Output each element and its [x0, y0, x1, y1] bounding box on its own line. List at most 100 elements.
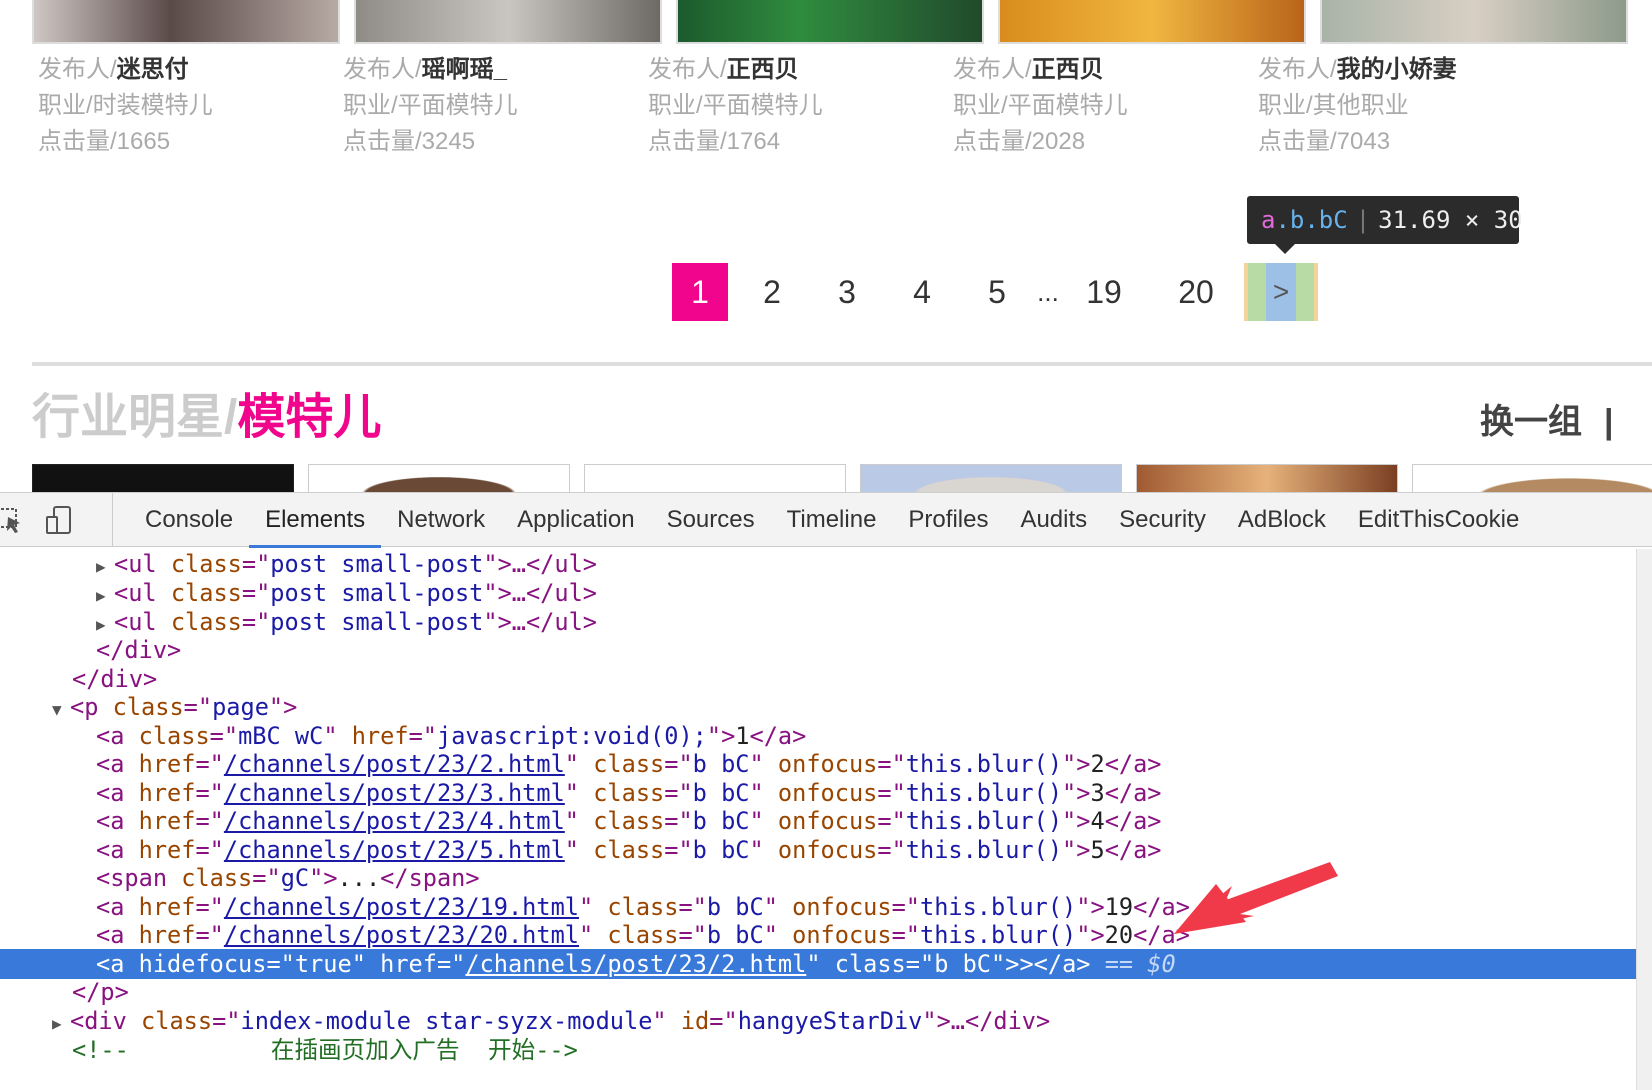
tab-editthiscookie[interactable]: EditThisCookie [1342, 493, 1535, 547]
attr-value: gC [280, 864, 310, 892]
tab-application[interactable]: Application [501, 493, 650, 547]
href-link[interactable]: /channels/post/23/4.html [224, 807, 565, 835]
dom-node[interactable]: </div> [0, 664, 1636, 694]
href-link[interactable]: /channels/post/23/2.html [224, 750, 565, 778]
attr-value: b bC [692, 836, 750, 864]
star-thumbnails [32, 464, 1652, 492]
job-value: 时装模特儿 [92, 92, 213, 119]
dom-node[interactable]: <a href="/channels/post/23/5.html" class… [0, 835, 1636, 865]
href-link[interactable]: /channels/post/23/5.html [224, 836, 565, 864]
href-link[interactable]: /channels/post/23/20.html [224, 921, 579, 949]
attr-eq: =" [183, 693, 213, 721]
attr-name: class [138, 722, 210, 750]
node-text: ... [337, 864, 381, 892]
clicks-value: 1764 [726, 128, 781, 155]
post-thumbnail[interactable] [32, 0, 340, 44]
href-link[interactable]: /channels/post/23/2.html [465, 950, 806, 978]
dom-comment[interactable]: <!-- 在插画页加入广告 开始--> [0, 1035, 1636, 1065]
tag-close: >…</div> [936, 1007, 1051, 1035]
page-ellipsis: ... [1037, 277, 1059, 307]
publisher-name[interactable]: 正西贝 [1032, 56, 1104, 83]
post-thumbnail[interactable] [354, 0, 662, 44]
href-link[interactable]: /channels/post/23/19.html [224, 893, 579, 921]
node-text: 19 [1104, 893, 1134, 921]
dom-node[interactable]: ▶ <ul class="post small-post">…</ul> [0, 578, 1636, 608]
attr-value: post small-post [270, 579, 484, 607]
page-link[interactable]: 5 [977, 263, 1017, 321]
attr-value: this.blur() [905, 750, 1063, 778]
dom-node[interactable]: ▼ <p class="page"> [0, 692, 1636, 722]
publisher-name[interactable]: 我的小娇妻 [1337, 56, 1457, 83]
section-title: 行业明星/模特儿 [32, 388, 381, 448]
tab-timeline[interactable]: Timeline [771, 493, 893, 547]
clicks-label: 点击量/ [648, 128, 727, 155]
tab-audits[interactable]: Audits [1004, 493, 1103, 547]
star-thumbnail[interactable] [584, 464, 846, 492]
page-link-current[interactable]: 1 [672, 263, 728, 321]
tag-open: <span [96, 864, 182, 892]
publisher-name[interactable]: 瑶啊瑶_ [422, 56, 507, 83]
publisher-name[interactable]: 迷思付 [117, 56, 189, 83]
star-thumbnail[interactable] [1412, 464, 1652, 492]
clicks-value: 3245 [421, 128, 476, 155]
tab-security[interactable]: Security [1103, 493, 1222, 547]
device-toolbar-icon[interactable] [44, 505, 74, 535]
tab-elements[interactable]: Elements [249, 493, 382, 548]
dom-node[interactable]: <a class="mBC wC" href="javascript:void(… [0, 721, 1636, 751]
tag-close: ">…</ul> [483, 608, 597, 636]
tab-network[interactable]: Network [381, 493, 501, 547]
job-value: 平面模特儿 [1007, 92, 1128, 119]
clicks-label: 点击量/ [953, 128, 1032, 155]
tab-sources[interactable]: Sources [651, 493, 771, 547]
star-thumbnail[interactable] [32, 464, 294, 492]
href-link[interactable]: /channels/post/23/3.html [224, 779, 565, 807]
tab-profiles[interactable]: Profiles [892, 493, 1004, 547]
page-link[interactable]: 19 [1080, 263, 1128, 321]
dom-node-selected[interactable]: <a hidefocus="true" href="/channels/post… [0, 949, 1636, 979]
page-link[interactable]: 20 [1170, 263, 1222, 321]
dom-node[interactable]: </p> [0, 977, 1636, 1007]
clicks-label: 点击量/ [1258, 128, 1337, 155]
star-thumbnail[interactable] [1136, 464, 1398, 492]
star-thumbnail[interactable] [308, 464, 570, 492]
devtools-panel: Console Elements Network Application Sou… [0, 492, 1652, 1090]
post-thumbnail[interactable] [998, 0, 1306, 44]
attr-name: class [170, 579, 242, 607]
dom-node[interactable]: <a href="/channels/post/23/4.html" class… [0, 806, 1636, 836]
attr-name: class [112, 693, 184, 721]
dom-node[interactable]: ▶ <ul class="post small-post">…</ul> [0, 607, 1636, 637]
star-thumbnail[interactable] [860, 464, 1122, 492]
page-link[interactable]: 4 [902, 263, 942, 321]
post-thumbnail[interactable] [676, 0, 984, 44]
swap-button[interactable]: 换一组 [1480, 403, 1582, 441]
dom-node[interactable]: <a href="/channels/post/23/19.html" clas… [0, 892, 1636, 922]
inspect-element-icon[interactable] [0, 505, 24, 535]
dom-node[interactable]: ▶ <div class="index-module star-syzx-modu… [0, 1006, 1636, 1036]
devtools-scrollbar[interactable] [1636, 549, 1652, 1090]
dom-node[interactable]: <a href="/channels/post/23/3.html" class… [0, 778, 1636, 808]
node-text: 3 [1090, 779, 1105, 807]
dom-tree: ▶ <ul class="post small-post">…</ul> ▶ <ul… [0, 549, 1636, 1090]
clicks-value: 2028 [1031, 128, 1086, 155]
publisher-name[interactable]: 正西贝 [727, 56, 799, 83]
page-link[interactable]: 3 [827, 263, 867, 321]
node-text: 4 [1090, 807, 1105, 835]
post-info: 发布人/正西贝 职业/平面模特儿 点击量/2028 [953, 52, 1253, 160]
node-text: 20 [1104, 921, 1134, 949]
tag-open: <ul [114, 608, 171, 636]
post-thumbnail[interactable] [1320, 0, 1628, 44]
node-text: > [1019, 950, 1034, 978]
dom-node[interactable]: ▶ <ul class="post small-post">…</ul> [0, 549, 1636, 579]
next-page-button[interactable]: > [1244, 263, 1318, 321]
attr-value: b bC [706, 893, 764, 921]
dom-node[interactable]: <a href="/channels/post/23/20.html" clas… [0, 920, 1636, 950]
tab-adblock[interactable]: AdBlock [1222, 493, 1342, 547]
dom-node[interactable]: <a href="/channels/post/23/2.html" class… [0, 749, 1636, 779]
dom-node[interactable]: <span class="gC">...</span> [0, 863, 1636, 893]
tab-console[interactable]: Console [129, 493, 249, 547]
clicks-value: 1665 [116, 128, 171, 155]
node-text: 2 [1090, 750, 1105, 778]
attr-value: b bC [934, 950, 992, 978]
page-link[interactable]: 2 [752, 263, 792, 321]
dom-node[interactable]: </div> [0, 635, 1636, 665]
